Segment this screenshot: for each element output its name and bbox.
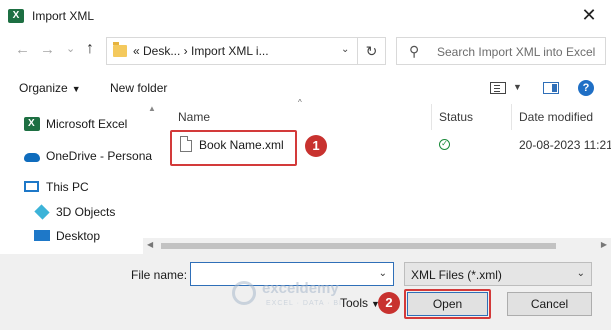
search-placeholder: Search Import XML into Excel bbox=[437, 45, 596, 59]
window-title: Import XML bbox=[32, 9, 95, 23]
excel-icon bbox=[24, 117, 40, 131]
address-bar[interactable]: « Desk... › Import XML i... ⌄ ↻ bbox=[106, 37, 386, 65]
navigation-pane: ▲ Microsoft Excel OneDrive - Personal Th… bbox=[0, 104, 156, 254]
onedrive-icon bbox=[24, 153, 40, 162]
view-dropdown-icon[interactable]: ▼ bbox=[513, 82, 522, 92]
sidebar-item-label: This PC bbox=[46, 180, 89, 194]
new-folder-button[interactable]: New folder bbox=[110, 81, 167, 95]
breadcrumb[interactable]: « Desk... › Import XML i... bbox=[133, 44, 269, 58]
recent-locations-chevron-icon[interactable]: ⌄ bbox=[66, 42, 75, 55]
folder-icon bbox=[113, 42, 127, 57]
sidebar-item-this-pc[interactable]: This PC bbox=[22, 176, 152, 198]
file-highlight-box bbox=[170, 130, 297, 166]
this-pc-icon bbox=[24, 181, 39, 192]
organize-label: Organize bbox=[19, 81, 68, 95]
column-header-name[interactable]: Name bbox=[160, 104, 432, 130]
up-arrow-icon[interactable]: ↑ bbox=[86, 40, 94, 58]
preview-pane-icon[interactable] bbox=[543, 82, 559, 94]
caret-down-icon: ▼ bbox=[71, 84, 81, 94]
close-button[interactable]: ✕ bbox=[567, 0, 611, 32]
help-icon[interactable]: ? bbox=[578, 80, 594, 96]
file-date-modified: 20-08-2023 11:21 bbox=[519, 138, 611, 152]
scroll-left-icon[interactable]: ◀ bbox=[147, 240, 153, 249]
column-header-status[interactable]: Status bbox=[432, 104, 512, 130]
navigation-bar: ← → ⌄ ↑ « Desk... › Import XML i... ⌄ ↻ … bbox=[0, 32, 611, 70]
sidebar-item-label: Desktop bbox=[56, 229, 101, 243]
refresh-icon[interactable]: ↻ bbox=[357, 38, 385, 64]
sidebar-item-microsoft-excel[interactable]: Microsoft Excel bbox=[22, 113, 152, 135]
forward-arrow-icon[interactable]: → bbox=[40, 41, 55, 58]
cancel-button[interactable]: Cancel bbox=[507, 292, 592, 316]
sidebar-item-label: OneDrive - Personal bbox=[46, 149, 152, 163]
sidebar-item-onedrive[interactable]: OneDrive - Personal bbox=[22, 145, 152, 167]
desktop-icon bbox=[34, 230, 50, 241]
3d-objects-icon bbox=[34, 204, 50, 220]
synced-status-icon: ✓ bbox=[439, 139, 450, 150]
title-bar: X Import XML ✕ bbox=[0, 0, 611, 32]
open-highlight-box bbox=[404, 289, 491, 319]
file-list: ^ Name Status Date modified Book Name.xm… bbox=[160, 98, 611, 254]
step-badge-1: 1 bbox=[305, 135, 327, 157]
exceldemy-watermark: exceldemy EXCEL · DATA · BI bbox=[232, 278, 372, 318]
sidebar-item-label: Microsoft Excel bbox=[46, 117, 128, 131]
sidebar-item-label: 3D Objects bbox=[56, 205, 116, 219]
horizontal-scrollbar[interactable]: ◀ ▶ bbox=[143, 238, 611, 254]
watermark-tagline: EXCEL · DATA · BI bbox=[266, 300, 342, 307]
file-name-dropdown-icon[interactable]: ⌄ bbox=[379, 268, 387, 279]
step-badge-2: 2 bbox=[378, 292, 400, 314]
organize-menu-button[interactable]: Organize ▼ bbox=[19, 81, 81, 95]
command-bar: Organize ▼ New folder ▼ ? bbox=[0, 74, 611, 102]
watermark-name: exceldemy bbox=[262, 280, 339, 297]
view-options-icon[interactable] bbox=[490, 82, 506, 94]
search-input[interactable]: ⚲ Search Import XML into Excel bbox=[396, 37, 606, 65]
file-name-label: File name: bbox=[131, 268, 188, 282]
search-icon: ⚲ bbox=[409, 43, 420, 59]
sidebar-item-3d-objects[interactable]: 3D Objects bbox=[32, 201, 162, 223]
file-type-value: XML Files (*.xml) bbox=[411, 268, 502, 282]
scrollbar-thumb[interactable] bbox=[161, 243, 556, 249]
file-type-select[interactable]: XML Files (*.xml) ⌄ bbox=[404, 262, 592, 286]
exceldemy-logo-icon bbox=[232, 281, 256, 305]
back-arrow-icon[interactable]: ← bbox=[15, 41, 30, 58]
address-dropdown-icon[interactable]: ⌄ bbox=[341, 44, 349, 55]
column-header-date-modified[interactable]: Date modified bbox=[512, 104, 611, 130]
scroll-right-icon[interactable]: ▶ bbox=[601, 240, 607, 249]
file-type-dropdown-icon: ⌄ bbox=[576, 268, 585, 279]
excel-app-icon: X bbox=[8, 9, 24, 23]
sidebar-scroll-up-icon[interactable]: ▲ bbox=[148, 104, 156, 113]
